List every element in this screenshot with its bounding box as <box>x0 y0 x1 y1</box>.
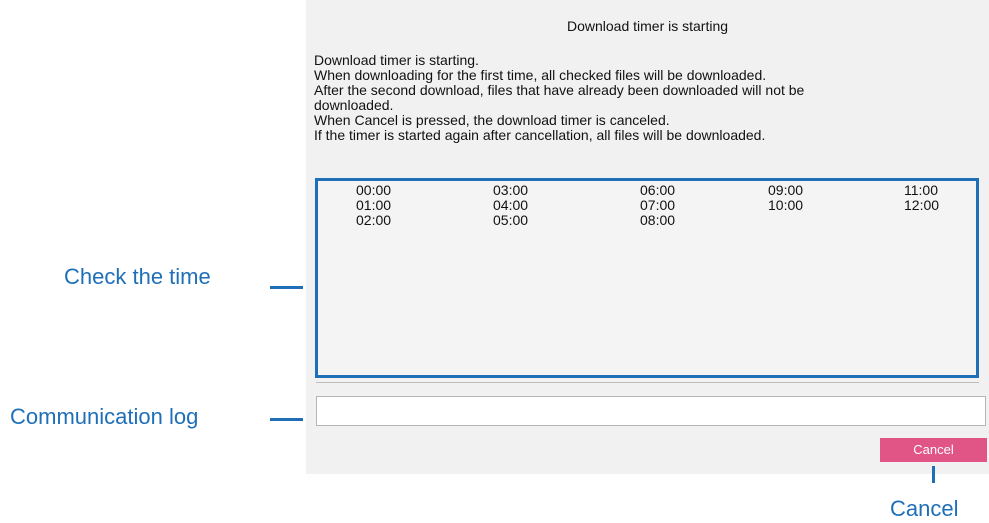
time-column: 11:00 12:00 <box>904 183 939 213</box>
cancel-button[interactable]: Cancel <box>880 438 987 462</box>
time-column: 06:00 07:00 08:00 <box>640 183 675 228</box>
time-item: 10:00 <box>768 197 804 213</box>
time-column: 09:00 10:00 <box>768 183 803 213</box>
time-item: 05:00 <box>493 212 529 228</box>
message-line: When Cancel is pressed, the download tim… <box>314 112 670 128</box>
callout-check-time-line <box>270 286 303 289</box>
message-line: When downloading for the first time, all… <box>314 67 767 83</box>
communication-log-field <box>316 396 986 426</box>
time-item: 07:00 <box>640 197 676 213</box>
divider <box>316 382 979 383</box>
callout-check-time-label: Check the time <box>64 264 211 289</box>
message-line: Download timer is starting. <box>314 52 479 68</box>
callout-communication-log-line <box>270 418 303 421</box>
callout-cancel-line <box>932 466 935 483</box>
callout-cancel-label: Cancel <box>890 496 959 521</box>
message-line: After the second download, files that ha… <box>314 82 805 98</box>
dialog-title: Download timer is starting <box>566 18 729 34</box>
dialog-message: Download timer is starting. When downloa… <box>314 53 974 143</box>
message-line: If the timer is started again after canc… <box>314 127 766 143</box>
time-item: 04:00 <box>493 197 529 213</box>
time-item: 02:00 <box>356 212 392 228</box>
time-item: 09:00 <box>768 182 804 198</box>
time-column: 00:00 01:00 02:00 <box>356 183 391 228</box>
time-item: 01:00 <box>356 197 392 213</box>
time-item: 08:00 <box>640 212 676 228</box>
time-item: 00:00 <box>356 182 392 198</box>
message-line: downloaded. <box>314 97 394 113</box>
time-item: 06:00 <box>640 182 676 198</box>
time-item: 11:00 <box>904 182 938 198</box>
time-list: 00:00 01:00 02:00 03:00 04:00 05:00 06:0… <box>315 178 979 378</box>
time-item: 03:00 <box>493 182 529 198</box>
time-column: 03:00 04:00 05:00 <box>493 183 528 228</box>
time-item: 12:00 <box>904 197 940 213</box>
callout-communication-log-label: Communication log <box>10 404 199 429</box>
